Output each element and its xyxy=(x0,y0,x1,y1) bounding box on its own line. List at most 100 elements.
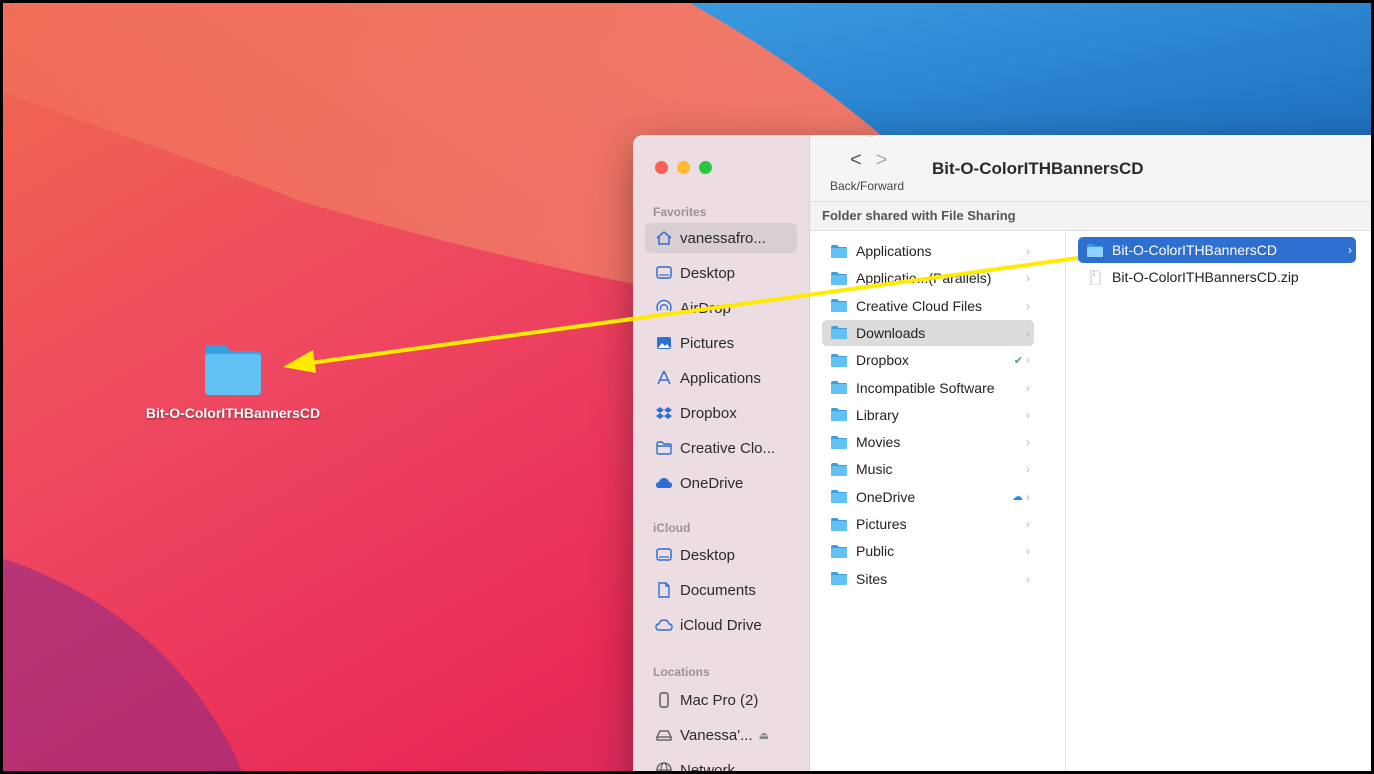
sidebar-item-pictures[interactable]: Pictures xyxy=(645,328,797,358)
folder-icon xyxy=(831,353,847,367)
chevron-right-icon: › xyxy=(1026,298,1030,313)
sidebar-item-dropbox[interactable]: Dropbox xyxy=(645,398,797,428)
list-item-label: Bit-O-ColorITHBannersCD.zip xyxy=(1112,269,1299,286)
chevron-right-icon: › xyxy=(1026,380,1030,395)
list-item[interactable]: Downloads › xyxy=(822,319,1034,346)
list-item-label: Applicatio...(Parallels) xyxy=(856,270,992,287)
icloud-icon xyxy=(655,619,673,631)
sidebar-item-label: Dropbox xyxy=(680,404,737,422)
sidebar-item-label: iCloud Drive xyxy=(680,616,762,634)
screen: Bit-O-ColorITHBannersCD Favorites vaness… xyxy=(0,0,1374,774)
list-item[interactable]: Library › xyxy=(822,402,1034,428)
folder-icon xyxy=(831,435,847,449)
sidebar-heading-locations: Locations xyxy=(653,665,710,679)
list-item[interactable]: Music › xyxy=(822,456,1034,482)
sidebar-item-label: OneDrive xyxy=(680,474,744,492)
back-forward-buttons[interactable]: <> xyxy=(850,149,901,172)
sidebar-item-label: Desktop xyxy=(680,264,736,282)
list-item-label: Movies xyxy=(856,434,901,451)
sidebar-item-onedrive[interactable]: OneDrive xyxy=(645,468,797,498)
folder-icon xyxy=(831,544,847,558)
sidebar-item-label: Applications xyxy=(680,369,761,387)
chevron-right-icon: › xyxy=(1026,353,1030,368)
sidebar-item-airdrop[interactable]: AirDrop xyxy=(645,293,797,323)
list-item-label: Music xyxy=(856,461,893,478)
chevron-right-icon: › xyxy=(1026,271,1030,286)
home-icon xyxy=(656,231,672,245)
minimize-button[interactable] xyxy=(677,161,690,174)
sidebar-item-label: AirDrop xyxy=(680,299,731,317)
list-item-label: Incompatible Software xyxy=(856,379,995,396)
document-icon xyxy=(658,582,670,598)
eject-icon[interactable]: ⏏ xyxy=(759,729,769,742)
drive-icon xyxy=(656,730,672,741)
sidebar-item-creative-cloud[interactable]: Creative Clo... xyxy=(645,433,797,463)
close-button[interactable] xyxy=(655,161,668,174)
list-item[interactable]: Bit-O-ColorITHBannersCD.zip xyxy=(1078,264,1356,290)
chevron-right-icon: › xyxy=(1026,517,1030,531)
list-item[interactable]: Creative Cloud Files › xyxy=(822,293,1034,319)
chevron-right-icon: › xyxy=(1026,435,1030,450)
chevron-right-icon: › xyxy=(1026,325,1030,340)
desktop-folder-item[interactable]: Bit-O-ColorITHBannersCD xyxy=(123,341,343,441)
finder-window: Favorites vanessafro... Desktop AirDrop … xyxy=(633,135,1371,771)
path-caption: Folder shared with File Sharing xyxy=(822,208,1016,223)
forward-button[interactable]: > xyxy=(876,149,902,171)
list-item[interactable]: Dropbox ✔ › xyxy=(822,347,1034,373)
list-item[interactable]: Applications › xyxy=(822,238,1034,264)
list-item-label: Public xyxy=(856,543,895,560)
list-item-label: Bit-O-ColorITHBannersCD xyxy=(1112,242,1277,258)
desktop-folder-label: Bit-O-ColorITHBannersCD xyxy=(145,405,321,421)
dropbox-icon xyxy=(656,407,672,419)
chevron-right-icon: › xyxy=(1026,462,1030,477)
list-item[interactable]: Bit-O-ColorITHBannersCD › xyxy=(1078,237,1356,263)
list-item[interactable]: Sites › xyxy=(822,566,1034,592)
desktop-icon xyxy=(656,548,672,561)
list-item[interactable]: Applicatio...(Parallels) › xyxy=(822,265,1034,291)
list-item[interactable]: Pictures › xyxy=(822,511,1034,537)
folder-icon xyxy=(1087,243,1103,257)
folder-outline-icon xyxy=(656,441,672,455)
finder-main: <> Back/Forward Bit-O-ColorITHBannersCD … xyxy=(810,135,1371,771)
list-item[interactable]: Incompatible Software › xyxy=(822,375,1034,401)
chevron-right-icon: › xyxy=(1026,407,1030,422)
folder-icon xyxy=(205,345,261,395)
list-item-label: Library xyxy=(856,406,899,423)
list-item[interactable]: OneDrive ☁ › xyxy=(822,484,1034,510)
sidebar-item-label: Mac Pro (2) xyxy=(680,691,759,709)
folder-icon xyxy=(831,462,847,476)
list-item-label: Sites xyxy=(856,570,888,587)
chevron-right-icon: › xyxy=(1026,544,1030,559)
sidebar-item-network[interactable]: Network xyxy=(645,755,797,771)
back-button[interactable]: < xyxy=(850,149,876,171)
sidebar-item-home[interactable]: vanessafro... xyxy=(645,223,797,253)
zoom-button[interactable] xyxy=(699,161,712,174)
sidebar-item-label: Vanessa'... xyxy=(680,726,753,744)
sidebar-heading-icloud: iCloud xyxy=(653,521,691,535)
list-item[interactable]: Movies › xyxy=(822,429,1034,455)
airdrop-icon xyxy=(656,299,672,312)
sidebar-item-label: Creative Clo... xyxy=(680,439,776,457)
path-bar: Folder shared with File Sharing xyxy=(810,202,1371,231)
desktop-icon xyxy=(656,266,672,279)
folder-icon xyxy=(831,299,847,313)
zip-file-icon xyxy=(1090,269,1101,285)
column-browser-2: Bit-O-ColorITHBannersCD › Bit-O-ColorITHBa… xyxy=(1066,231,1371,771)
sidebar-heading-favorites: Favorites xyxy=(653,205,707,219)
folder-icon xyxy=(831,517,847,531)
sidebar: Favorites vanessafro... Desktop AirDrop … xyxy=(633,135,810,771)
list-item[interactable]: Public › xyxy=(822,538,1034,564)
sidebar-item-desktop[interactable]: Desktop xyxy=(645,258,797,288)
sidebar-item-icloud-desktop[interactable]: Desktop xyxy=(645,540,797,570)
applications-icon xyxy=(657,370,671,385)
sidebar-item-applications[interactable]: Applications xyxy=(645,363,797,393)
sidebar-item-vanessa-drive[interactable]: Vanessa'... ⏏ xyxy=(645,720,797,750)
sidebar-item-documents[interactable]: Documents xyxy=(645,575,797,605)
sidebar-item-icloud-drive[interactable]: iCloud Drive xyxy=(645,610,797,640)
chevron-right-icon: › xyxy=(1026,244,1030,258)
list-item-label: Dropbox xyxy=(856,352,909,369)
folder-icon xyxy=(831,326,847,340)
sidebar-item-mac-pro[interactable]: Mac Pro (2) xyxy=(645,685,797,715)
chevron-right-icon: › xyxy=(1348,243,1352,257)
folder-icon xyxy=(831,381,847,394)
